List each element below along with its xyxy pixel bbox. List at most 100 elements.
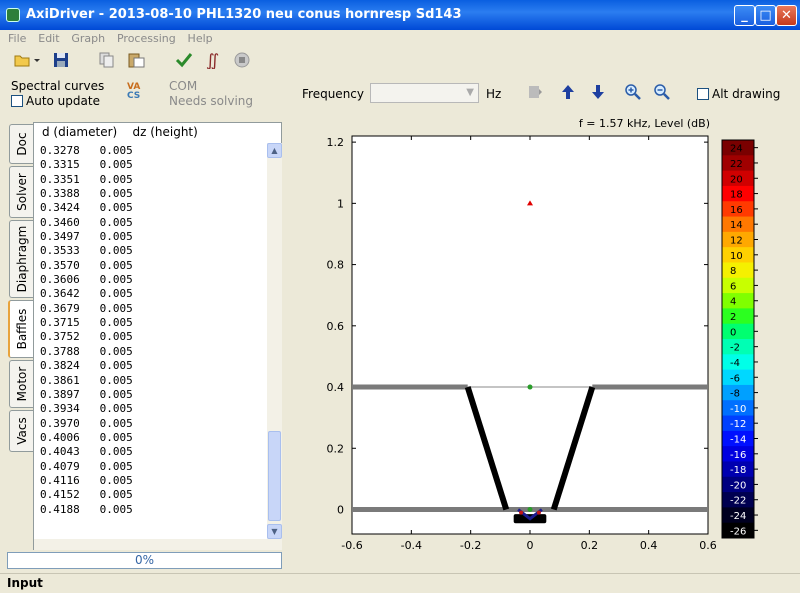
y-tick-label: 0 (337, 504, 344, 517)
copy-icon[interactable] (96, 50, 118, 70)
tab-diaphragm[interactable]: Diaphragm (9, 220, 33, 298)
center-marker (527, 384, 533, 390)
x-tick-label: 0.6 (699, 539, 717, 552)
colorbar-label: 24 (730, 144, 743, 155)
export-icon[interactable] (526, 83, 544, 101)
table-row[interactable]: 0.4006 0.005 (40, 431, 265, 445)
table-row[interactable]: 0.3606 0.005 (40, 273, 265, 287)
menu-graph[interactable]: Graph (71, 32, 105, 45)
table-row[interactable]: 0.3788 0.005 (40, 345, 265, 359)
arrow-up-icon[interactable] (559, 83, 577, 101)
baffle-table[interactable]: 0.3278 0.005 0.3315 0.005 0.3351 0.005 0.33… (40, 144, 265, 517)
frequency-label: Frequency (302, 87, 364, 101)
cell-diameter: 0.3824 (40, 359, 80, 373)
cell-height: 0.005 (99, 445, 133, 459)
integral-icon[interactable]: ∬ (202, 50, 224, 70)
table-row[interactable]: 0.4188 0.005 (40, 503, 265, 517)
cell-diameter: 0.3460 (40, 215, 80, 229)
tab-vacs[interactable]: Vacs (9, 410, 33, 452)
table-row[interactable]: 0.3497 0.005 (40, 230, 265, 244)
cell-height: 0.005 (99, 158, 133, 172)
table-row[interactable]: 0.3715 0.005 (40, 316, 265, 330)
cell-height: 0.005 (99, 172, 133, 186)
com-status: COM Needs solving (169, 79, 253, 109)
geometry-plot[interactable]: -0.6 -0.4 -0.2 0 0.2 0.4 0.600.20.40.60.811.2 … (296, 130, 786, 556)
table-row[interactable]: 0.3642 0.005 (40, 287, 265, 301)
table-row[interactable]: 0.3315 0.005 (40, 158, 265, 172)
table-row[interactable]: 0.3679 0.005 (40, 302, 265, 316)
origin-marker (527, 507, 533, 513)
open-folder-icon[interactable] (12, 50, 42, 70)
table-row[interactable]: 0.3388 0.005 (40, 187, 265, 201)
tab-motor[interactable]: Motor (9, 360, 33, 408)
scroll-thumb[interactable] (268, 431, 281, 521)
x-tick-label: 0 (527, 539, 534, 552)
table-row[interactable]: 0.3278 0.005 (40, 144, 265, 158)
maximize-button[interactable]: □ (755, 5, 776, 26)
cell-diameter: 0.4043 (40, 445, 80, 459)
paste-icon[interactable] (126, 50, 148, 70)
menu-edit[interactable]: Edit (38, 32, 59, 45)
col-height: dz (height) (132, 125, 198, 139)
table-row[interactable]: 0.3970 0.005 (40, 417, 265, 431)
app-icon (6, 8, 20, 22)
frequency-select[interactable]: ▼ (370, 83, 479, 103)
table-row[interactable]: 0.3861 0.005 (40, 374, 265, 388)
menu-file[interactable]: File (8, 32, 26, 45)
cell-diameter: 0.3606 (40, 273, 80, 287)
table-row[interactable]: 0.3824 0.005 (40, 359, 265, 373)
zoom-in-icon[interactable] (624, 83, 642, 101)
col-diameter: d (diameter) (42, 125, 118, 139)
tab-solver[interactable]: Solver (9, 166, 33, 218)
auto-update-checkbox[interactable]: Auto update (11, 94, 100, 108)
table-row[interactable]: 0.4079 0.005 (40, 460, 265, 474)
minimize-button[interactable]: _ (734, 5, 755, 26)
colorbar-label: -12 (730, 419, 746, 430)
x-tick-label: -0.2 (460, 539, 481, 552)
table-row[interactable]: 0.3460 0.005 (40, 216, 265, 230)
progress-label: 0% (134, 553, 155, 567)
table-row[interactable]: 0.3351 0.005 (40, 173, 265, 187)
scroll-down-icon[interactable]: ▼ (267, 524, 282, 539)
status-bar: Input (0, 573, 800, 593)
horizontal-scrollbar[interactable] (34, 539, 282, 550)
plot-axes: -0.6 -0.4 -0.2 0 0.2 0.4 0.6 0 0.2 0.4 0.6 0.8 1 1.2 (327, 135, 717, 552)
tab-baffles-label: Baffles (15, 308, 29, 350)
colorbar-label: 0 (730, 327, 736, 338)
table-row[interactable]: 0.3752 0.005 (40, 330, 265, 344)
save-icon[interactable] (50, 50, 72, 70)
table-row[interactable]: 0.3424 0.005 (40, 201, 265, 215)
tab-diaphragm-label: Diaphragm (14, 225, 29, 293)
table-row[interactable]: 0.4116 0.005 (40, 474, 265, 488)
menu-processing[interactable]: Processing (117, 32, 176, 45)
arrow-down-icon[interactable] (589, 83, 607, 101)
table-header: d (diameter) dz (height) (42, 125, 198, 139)
vertical-scrollbar[interactable]: ▲ ▼ (267, 143, 282, 539)
alt-drawing-checkbox[interactable]: Alt drawing (697, 87, 780, 101)
table-row[interactable]: 0.3533 0.005 (40, 244, 265, 258)
spectral-curves-label: Spectral curves (11, 79, 105, 93)
tab-doc[interactable]: Doc (9, 124, 33, 164)
colorbar-label: -6 (730, 373, 740, 384)
scroll-up-icon[interactable]: ▲ (267, 143, 282, 158)
cell-height: 0.005 (99, 330, 133, 344)
menu-help[interactable]: Help (188, 32, 213, 45)
table-row[interactable]: 0.3570 0.005 (40, 259, 265, 273)
colorbar-label: -14 (730, 435, 746, 446)
table-row[interactable]: 0.4043 0.005 (40, 445, 265, 459)
check-icon[interactable] (173, 50, 195, 70)
close-button[interactable]: ✕ (776, 5, 797, 26)
colorbar-cell (722, 277, 754, 294)
svg-text:∬: ∬ (206, 51, 219, 69)
checkbox-icon (697, 88, 709, 100)
table-row[interactable]: 0.3934 0.005 (40, 402, 265, 416)
zoom-out-icon[interactable] (653, 83, 671, 101)
colorbar-label: -20 (730, 480, 746, 491)
table-row[interactable]: 0.4152 0.005 (40, 488, 265, 502)
table-row[interactable]: 0.3897 0.005 (40, 388, 265, 402)
cell-height: 0.005 (99, 215, 133, 229)
vacs-icon[interactable]: VA CS (127, 83, 147, 103)
stop-icon[interactable] (231, 50, 253, 70)
auto-update-label: Auto update (26, 94, 100, 108)
tab-baffles[interactable]: Baffles (8, 300, 34, 358)
